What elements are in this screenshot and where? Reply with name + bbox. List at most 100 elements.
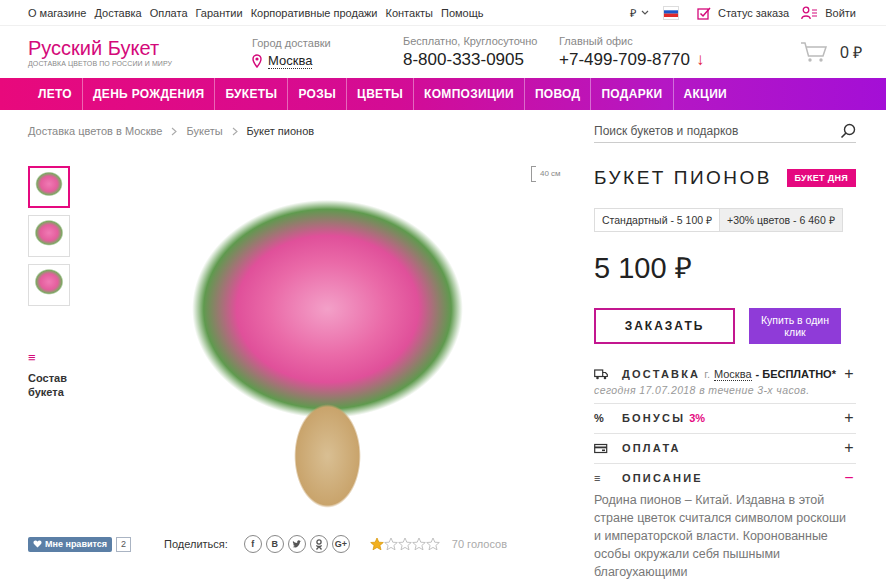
share-button[interactable]: B <box>266 535 284 553</box>
top-link[interactable]: О магазине <box>28 7 86 19</box>
russian-flag-icon[interactable] <box>664 7 678 17</box>
empty-star-icon[interactable] <box>426 537 440 551</box>
empty-star-icon[interactable] <box>398 537 412 551</box>
section-header[interactable]: ДОСТАВКАг.Москва- БЕСПЛАТНО*+ <box>594 365 856 383</box>
menu-item[interactable]: АКЦИИ <box>674 78 738 110</box>
thumbnail[interactable] <box>28 264 70 306</box>
empty-star-icon[interactable] <box>384 537 398 551</box>
top-link[interactable]: Помощь <box>441 7 484 19</box>
like-label[interactable]: Мне нравится <box>45 539 107 550</box>
card-icon[interactable] <box>594 443 608 454</box>
menu-item[interactable]: КОМПОЗИЦИИ <box>414 78 525 110</box>
office-phone[interactable]: +7-499-709-8770 <box>559 50 690 69</box>
menu-item[interactable]: ЛЕТО <box>28 78 83 110</box>
currency-selector[interactable]: ₽ <box>630 5 649 20</box>
vk-like-button[interactable]: Мне нравится <box>28 537 112 552</box>
currency-label[interactable]: ₽ <box>630 5 636 20</box>
list-icon[interactable]: ≡ <box>594 472 600 484</box>
empty-star-icon[interactable] <box>426 537 440 551</box>
phones-dropdown-arrow[interactable]: ↓ <box>696 50 705 69</box>
ok-icon[interactable] <box>315 539 323 550</box>
share-label[interactable]: f <box>251 539 254 549</box>
order-status-link[interactable]: Статус заказа <box>697 6 789 20</box>
login-link[interactable]: Войти <box>801 6 856 20</box>
menu-item[interactable]: ДЕНЬ РОЖДЕНИЯ <box>83 78 215 110</box>
one-click-button[interactable]: Купить в один клик <box>749 308 841 344</box>
free-phone[interactable]: 8-800-333-0905 <box>403 49 559 70</box>
menu-item[interactable]: ЦВЕТЫ <box>347 78 414 110</box>
empty-star-icon[interactable] <box>384 537 398 551</box>
rating-stars[interactable] <box>370 537 440 551</box>
menu-item[interactable]: ПОДАРКИ <box>591 78 673 110</box>
thumbnail[interactable] <box>28 166 70 208</box>
percent-icon[interactable]: % <box>594 412 604 424</box>
top-link[interactable]: Оплата <box>150 7 188 19</box>
section-header[interactable]: ОПЛАТА + <box>594 439 856 457</box>
empty-star-icon[interactable] <box>398 537 412 551</box>
order-button[interactable]: ЗАКАЗАТЬ <box>594 308 735 344</box>
breadcrumb[interactable]: Доставка цветов в Москве <box>28 125 162 137</box>
share-label[interactable]: G+ <box>335 539 347 549</box>
composition-label[interactable]: Состав букета <box>28 371 72 399</box>
language-flag[interactable] <box>663 6 679 20</box>
section-header[interactable]: %БОНУСЫ3%+ <box>594 409 856 427</box>
cart-icon[interactable] <box>800 41 828 63</box>
map-pin-icon[interactable] <box>252 54 262 68</box>
size-option[interactable]: +30% цветов - 6 460 ₽ <box>720 208 843 232</box>
logo-text[interactable]: Русский Букет <box>28 37 252 59</box>
card-icon[interactable] <box>594 443 608 454</box>
section-title[interactable]: ДОСТАВКА <box>622 368 700 380</box>
search-icon[interactable] <box>840 123 856 139</box>
map-pin-icon[interactable] <box>252 54 262 68</box>
truck-icon[interactable] <box>594 368 608 380</box>
search-input[interactable] <box>594 124 840 138</box>
empty-star-icon[interactable] <box>412 537 426 551</box>
section-title[interactable]: ОПЛАТА <box>622 442 681 454</box>
city-selector[interactable]: Москва <box>252 53 403 69</box>
cart-icon[interactable] <box>800 41 828 63</box>
cart-total[interactable]: 0 ₽ <box>840 41 862 63</box>
login-label[interactable]: Войти <box>825 7 856 19</box>
section-title[interactable]: ОПИСАНИЕ <box>622 472 703 484</box>
share-button[interactable]: G+ <box>332 535 350 553</box>
heart-icon[interactable] <box>33 540 42 548</box>
thumbnail[interactable] <box>28 215 70 257</box>
toggle[interactable]: − <box>842 470 856 486</box>
truck-icon[interactable] <box>594 368 608 380</box>
top-link[interactable]: Доставка <box>94 7 141 19</box>
search-icon[interactable] <box>840 123 856 139</box>
top-link[interactable]: Гарантии <box>196 7 243 19</box>
menu-item[interactable]: ПОВОД <box>525 78 592 110</box>
city-name[interactable]: Москва <box>268 53 312 69</box>
share-button[interactable]: f <box>244 535 262 553</box>
empty-star-icon[interactable] <box>412 537 426 551</box>
filled-star-icon[interactable] <box>370 537 384 551</box>
list-icon[interactable]: ≡ <box>28 351 98 365</box>
composition-link[interactable]: ≡ Состав букета <box>28 351 98 399</box>
user-icon[interactable] <box>801 6 818 20</box>
ok-icon[interactable] <box>315 539 323 550</box>
toggle[interactable]: + <box>842 410 856 426</box>
top-link[interactable]: Корпоративные продажи <box>251 7 378 19</box>
user-icon[interactable] <box>801 6 818 20</box>
menu-item[interactable]: РОЗЫ <box>288 78 347 110</box>
section-header[interactable]: ≡ ОПИСАНИЕ − <box>594 469 856 487</box>
share-button[interactable] <box>288 535 306 553</box>
russian-flag-icon[interactable] <box>664 7 678 17</box>
logo[interactable]: Русский БукетДОСТАВКА ЦВЕТОВ ПО РОССИИ И… <box>28 37 252 67</box>
heart-icon[interactable] <box>33 540 42 548</box>
menu-item[interactable]: БУКЕТЫ <box>215 78 288 110</box>
share-button[interactable] <box>310 535 328 553</box>
toggle[interactable]: + <box>842 440 856 456</box>
bird-icon[interactable] <box>292 540 302 549</box>
toggle[interactable]: + <box>842 366 856 382</box>
cart[interactable]: 0 ₽ <box>800 41 862 63</box>
breadcrumb[interactable]: Букеты <box>186 125 222 137</box>
delivery-city[interactable]: Москва <box>714 368 752 381</box>
filled-star-icon[interactable] <box>370 537 384 551</box>
top-link[interactable]: Контакты <box>386 7 434 19</box>
section-title[interactable]: БОНУСЫ <box>622 412 685 424</box>
share-label[interactable]: B <box>272 539 279 549</box>
chevron-down-icon[interactable] <box>641 9 649 16</box>
bird-icon[interactable] <box>292 540 302 549</box>
